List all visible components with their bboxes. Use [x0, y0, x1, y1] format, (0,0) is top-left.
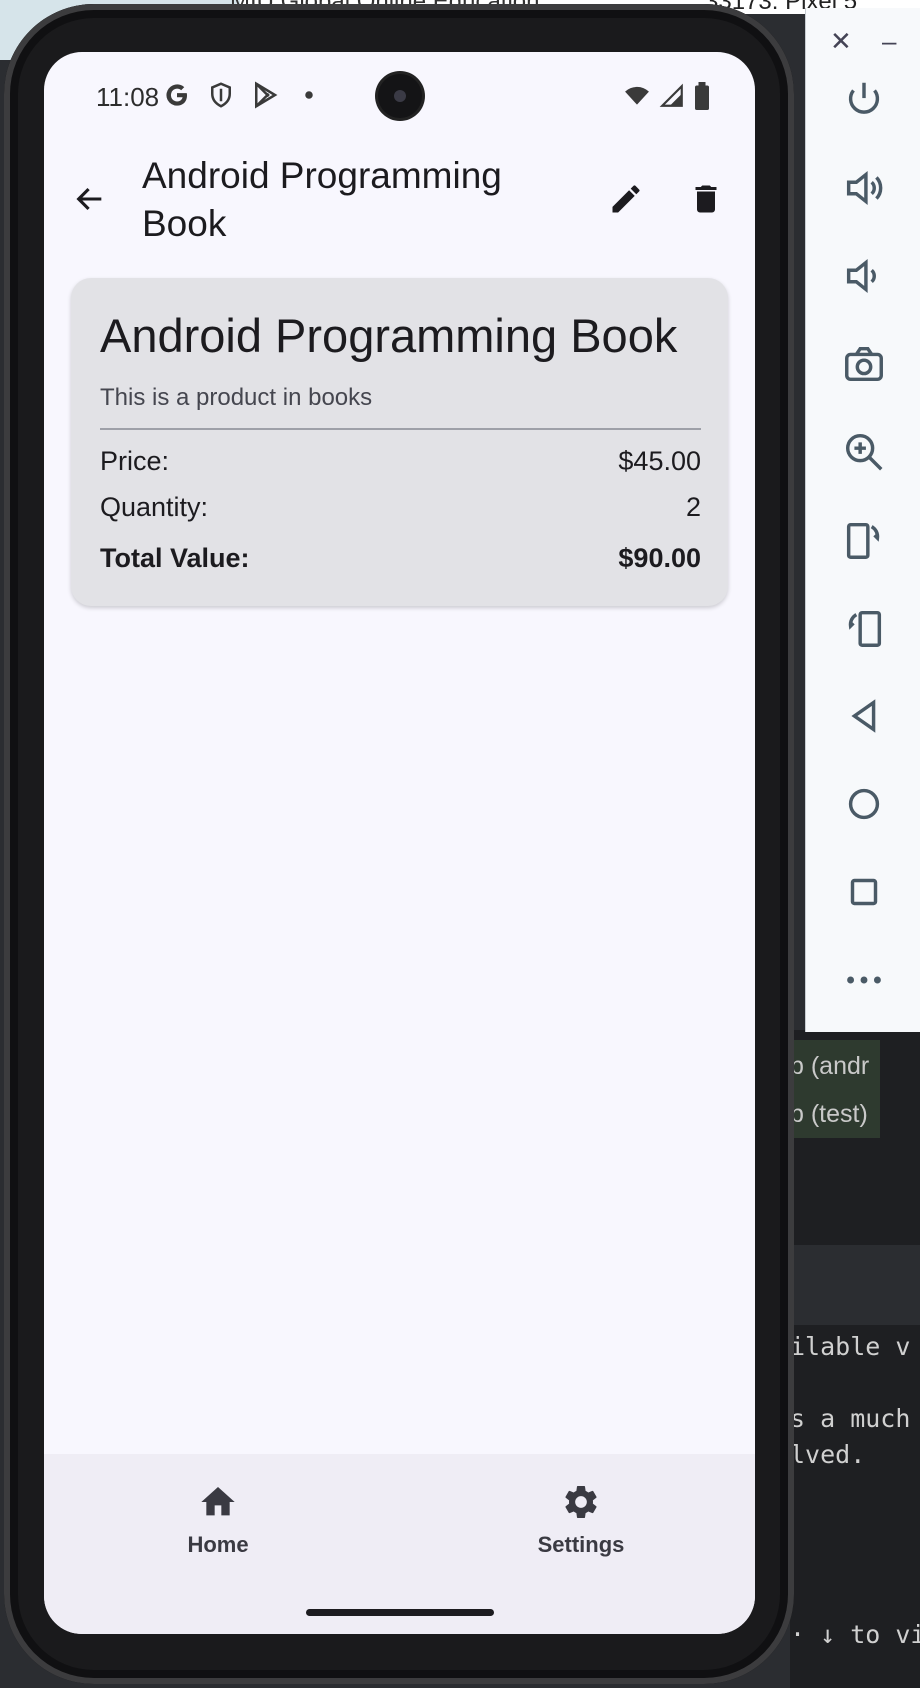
price-label: Price: — [100, 446, 170, 476]
google-icon — [166, 84, 187, 106]
page-title: Android Programming Book — [142, 155, 502, 244]
wifi-icon — [625, 86, 649, 105]
rotate-left-icon — [846, 522, 879, 559]
edit-button[interactable] — [600, 173, 652, 225]
back-icon — [850, 699, 875, 733]
nav-overview-button[interactable] — [806, 862, 920, 922]
ide-output-line: ilable v — [790, 1332, 911, 1361]
rotate-right-icon — [848, 610, 881, 647]
nav-home-button[interactable] — [806, 774, 920, 834]
screenshot-button[interactable] — [806, 334, 920, 394]
product-detail-card: Android Programming Book This is a produ… — [71, 278, 728, 606]
price-value: $45.00 — [618, 446, 701, 476]
front-camera — [378, 74, 422, 118]
volume-up-icon — [846, 170, 882, 206]
arrow-back-icon — [76, 187, 102, 211]
more-icon — [846, 976, 881, 984]
minimize-icon[interactable]: – — [882, 26, 896, 57]
card-divider — [100, 428, 701, 430]
more-button[interactable] — [806, 950, 920, 1010]
volume-up-button[interactable] — [806, 158, 920, 218]
status-system-icons — [623, 82, 711, 110]
gesture-home-indicator[interactable] — [306, 1609, 494, 1616]
top-app-bar: Android Programming Book — [44, 147, 755, 287]
ide-text-line: p (test) — [790, 1100, 868, 1128]
battery-icon — [695, 82, 709, 110]
quantity-label: Quantity: — [100, 492, 209, 522]
overview-icon — [850, 878, 877, 906]
camera-icon — [844, 346, 883, 382]
edit-icon — [612, 185, 640, 213]
ide-text-line: p (andr — [790, 1052, 870, 1080]
ide-divider — [790, 1245, 920, 1325]
signal-icon — [659, 83, 683, 107]
zoom-in-icon — [845, 433, 882, 471]
product-description: This is a product in books — [100, 384, 373, 411]
emulator-toolbar: ✕ – — [805, 8, 920, 1032]
bottom-navigation: Home Settings — [44, 1454, 755, 1634]
rotate-left-button[interactable] — [806, 510, 920, 570]
status-notification-icons — [162, 80, 324, 110]
status-bar: 11:08 — [44, 52, 755, 142]
nav-back-button[interactable] — [806, 686, 920, 746]
delete-icon — [695, 185, 717, 213]
rotate-right-button[interactable] — [806, 598, 920, 658]
close-icon[interactable]: ✕ — [830, 26, 852, 57]
total-value-row: Total Value: $90.00 — [100, 543, 701, 574]
price-row: Price: $45.00 — [100, 446, 701, 477]
back-button[interactable] — [64, 173, 116, 225]
volume-down-icon — [846, 258, 876, 294]
ide-output-line: lved. — [790, 1440, 866, 1469]
settings-icon — [565, 1485, 597, 1519]
home-circle-icon — [848, 788, 879, 820]
nav-label-home: Home — [187, 1532, 249, 1557]
quantity-row: Quantity: 2 — [100, 492, 701, 523]
nav-item-home[interactable]: Home — [128, 1482, 308, 1558]
zoom-button[interactable] — [806, 422, 920, 482]
nav-item-settings[interactable]: Settings — [491, 1482, 671, 1558]
ide-output-line: s a much — [790, 1404, 911, 1433]
power-icon — [848, 82, 879, 114]
status-time: 11:08 — [96, 82, 160, 112]
delete-button[interactable] — [680, 173, 732, 225]
shield-icon — [211, 82, 231, 108]
total-value-amount: $90.00 — [618, 543, 701, 573]
phone-frame: 11:08 Android Programming Book Android P… — [4, 4, 794, 1684]
product-name: Android Programming Book — [100, 309, 678, 362]
ide-output-line: · ↓ to vi — [790, 1620, 920, 1649]
quantity-value: 2 — [685, 492, 701, 522]
volume-down-button[interactable] — [806, 246, 920, 306]
play-store-icon — [255, 81, 278, 109]
dot-icon — [305, 91, 313, 99]
total-value-label: Total Value: — [100, 543, 250, 573]
nav-label-settings: Settings — [537, 1532, 625, 1557]
home-icon — [201, 1487, 235, 1516]
phone-screen: 11:08 Android Programming Book Android P… — [44, 52, 755, 1634]
power-button[interactable] — [806, 70, 920, 130]
